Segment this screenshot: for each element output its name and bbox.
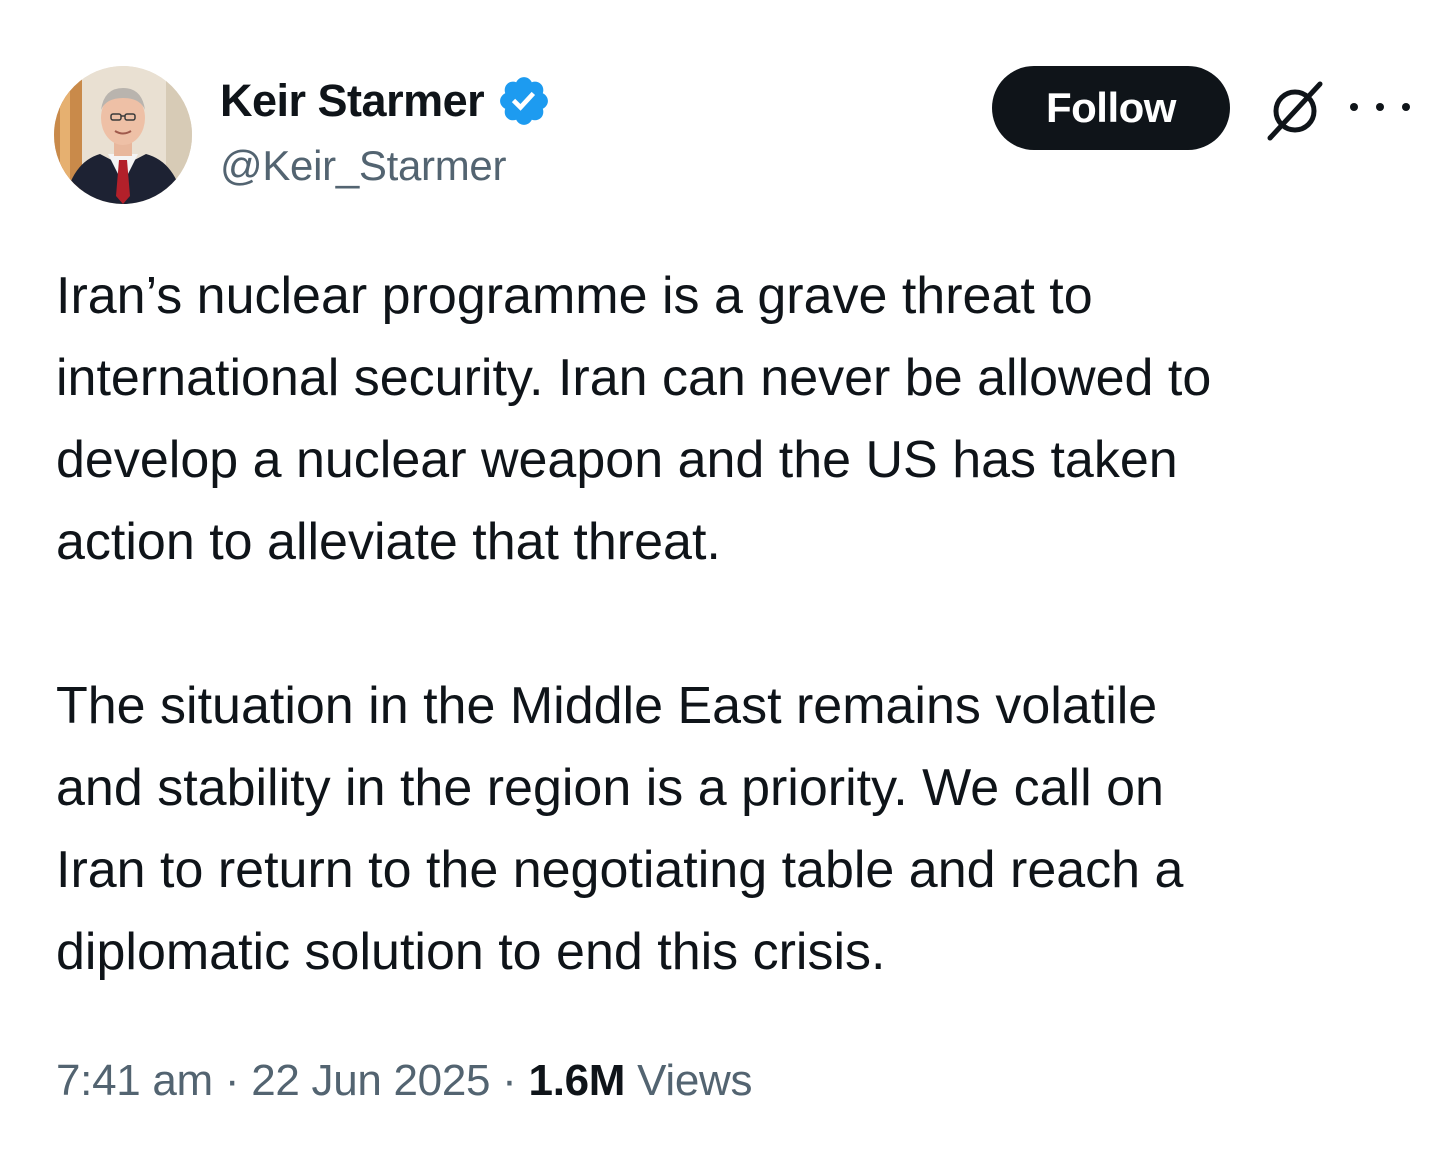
- author-handle[interactable]: @Keir_Starmer: [220, 142, 506, 190]
- tweet-text-line: diplomatic solution to end this crisis.: [56, 923, 886, 981]
- grok-icon[interactable]: [1262, 78, 1328, 144]
- more-dot: [1402, 103, 1410, 111]
- author-name-row: Keir Starmer: [220, 74, 552, 128]
- tweet-text-line: develop a nuclear weapon and the US has …: [56, 431, 1178, 489]
- tweet-text-line: international security. Iran can never b…: [56, 349, 1212, 407]
- more-dot: [1350, 103, 1358, 111]
- tweet: Keir Starmer @Keir_Starmer Follow Iran’s…: [0, 0, 1438, 1167]
- display-name[interactable]: Keir Starmer: [220, 75, 485, 127]
- follow-button[interactable]: Follow: [992, 66, 1230, 150]
- tweet-text-line: Iran to return to the negotiating table …: [56, 841, 1184, 899]
- meta-separator: ·: [502, 1056, 517, 1105]
- tweet-date[interactable]: 22 Jun 2025: [251, 1056, 490, 1106]
- tweet-time[interactable]: 7:41 am: [56, 1056, 213, 1106]
- tweet-text-paragraph-2: The situation in the Middle East remains…: [56, 665, 1426, 993]
- tweet-meta: 7:41 am · 22 Jun 2025 · 1.6M Views: [56, 1056, 753, 1106]
- avatar-image: [54, 66, 192, 204]
- tweet-text-line: action to alleviate that threat.: [56, 513, 721, 571]
- tweet-text-line: and stability in the region is a priorit…: [56, 759, 1164, 817]
- avatar[interactable]: [54, 66, 192, 204]
- meta-separator: ·: [224, 1056, 240, 1105]
- more-icon[interactable]: [1350, 92, 1410, 122]
- tweet-text-line: Iran’s nuclear programme is a grave thre…: [56, 267, 1093, 325]
- verified-badge-icon: [500, 77, 549, 125]
- more-dot: [1376, 103, 1384, 111]
- views-label: Views: [637, 1056, 753, 1105]
- tweet-text-line: The situation in the Middle East remains…: [56, 677, 1158, 735]
- tweet-text-paragraph-1: Iran’s nuclear programme is a grave thre…: [56, 255, 1426, 583]
- views-count: 1.6M: [528, 1056, 626, 1105]
